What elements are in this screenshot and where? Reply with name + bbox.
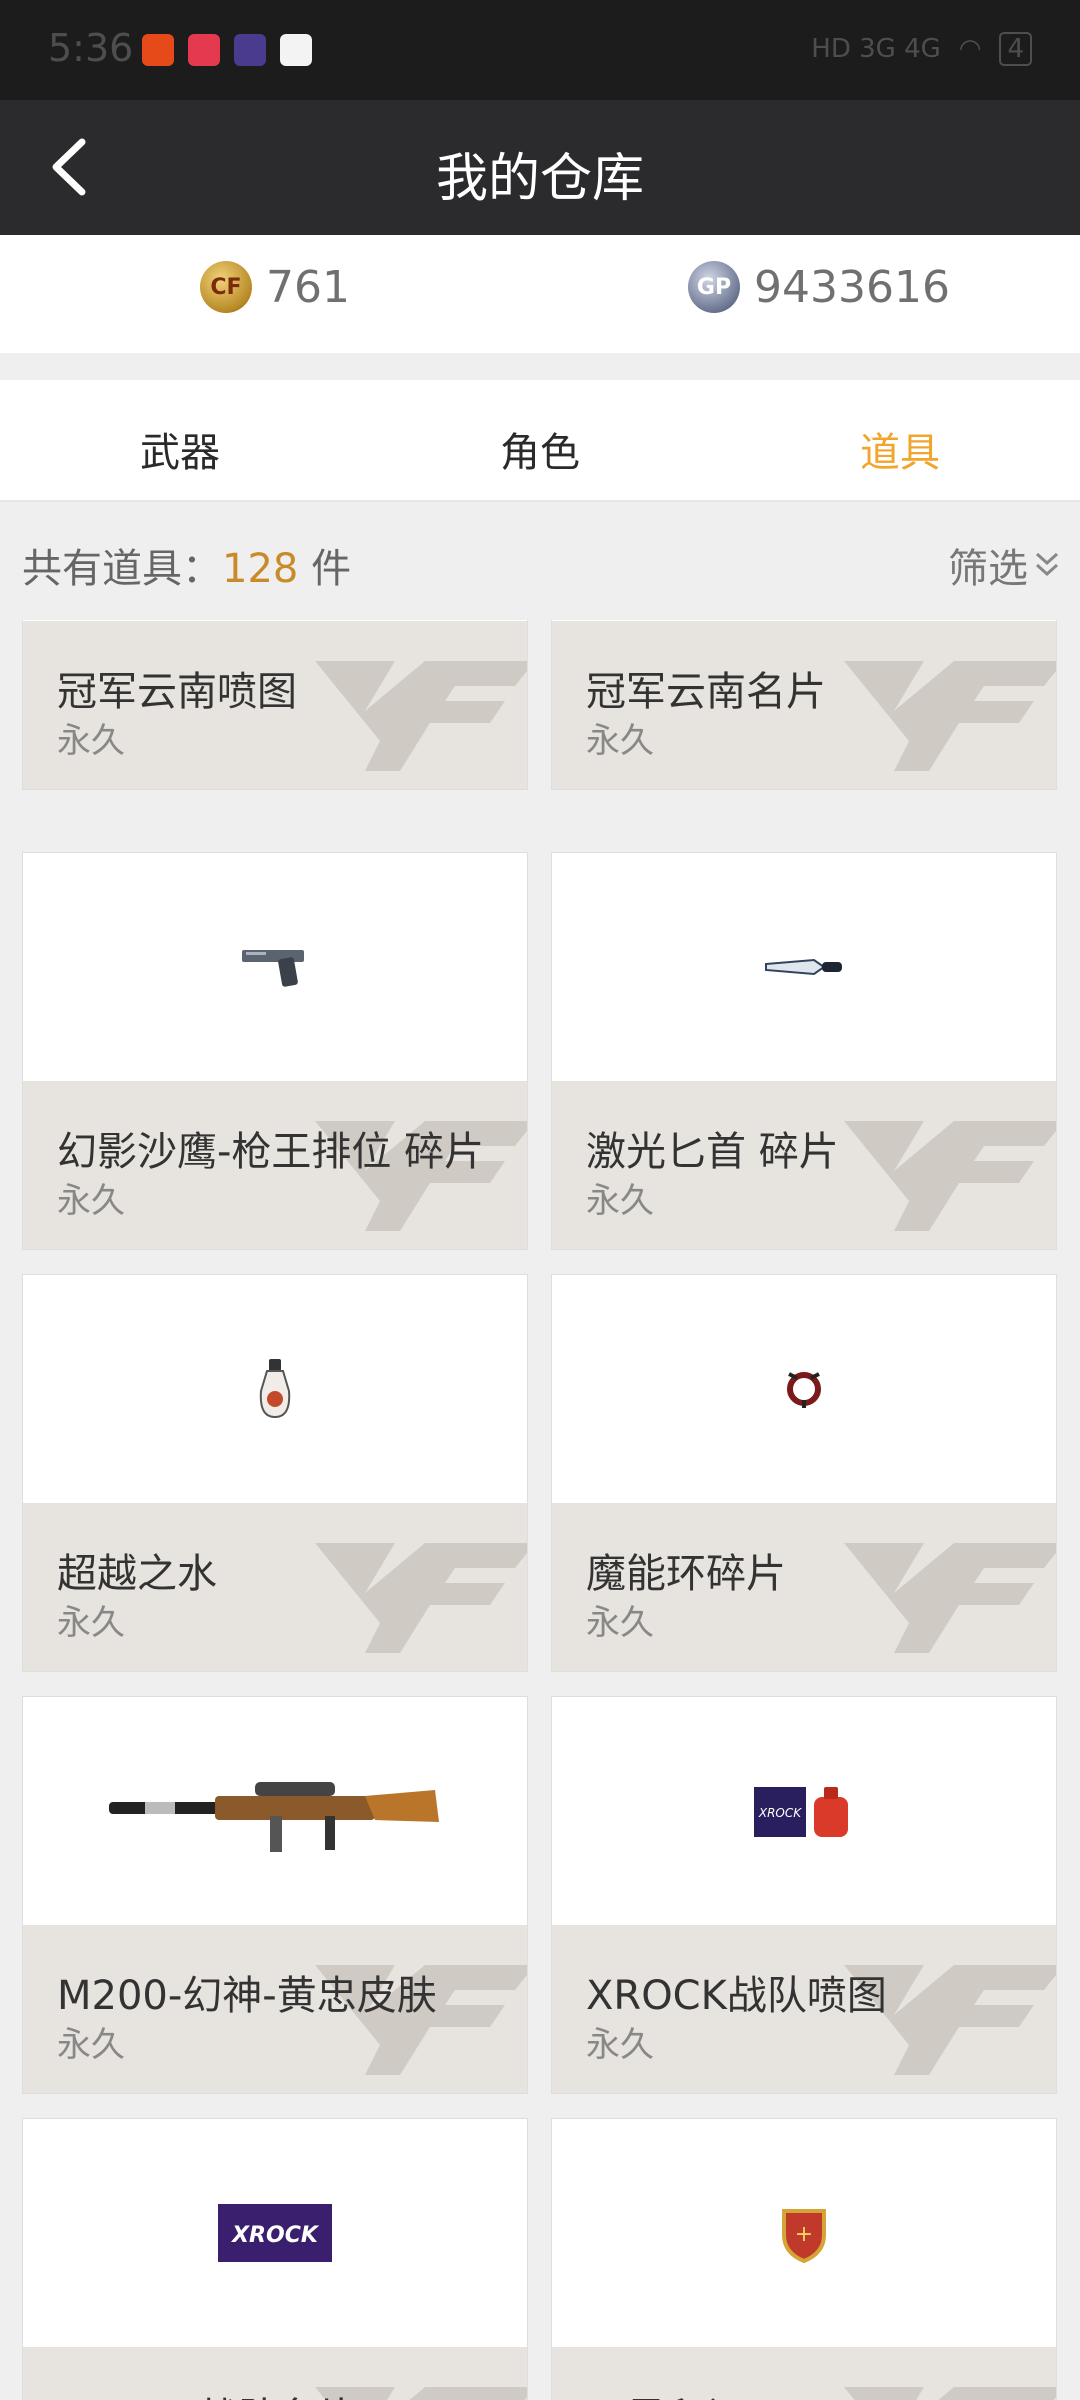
coin-balance: CF 761 <box>200 261 350 313</box>
cf-watermark-icon <box>844 1543 1056 1653</box>
item-name: XROCK战队名片 <box>57 2385 358 2400</box>
currency-bar: CF 761 GP 9433616 <box>0 235 1080 353</box>
cf-coin-icon: CF <box>200 261 252 313</box>
sniper-rifle-icon <box>109 1782 439 1852</box>
item-name: 冠军云南喷图 <box>57 669 297 715</box>
item-image <box>23 853 527 1081</box>
status-indicators: HD 3G 4G ◠ 4 <box>811 32 1032 66</box>
item-card[interactable]: + 五星印记 永久 <box>551 2118 1057 2400</box>
item-info: 冠军云南名片 永久 <box>552 621 1056 789</box>
cf-watermark-icon <box>315 661 527 771</box>
item-duration: 永久 <box>57 1181 125 1221</box>
cf-watermark-icon <box>844 2387 1056 2400</box>
cf-watermark-icon <box>844 661 1056 771</box>
status-bar: 5:36 HD 3G 4G ◠ 4 <box>0 0 1080 100</box>
cf-watermark-icon <box>844 1121 1056 1231</box>
tab-characters[interactable]: 角色 <box>440 420 640 478</box>
item-card[interactable]: 幻影沙鹰-枪王排位 碎片 永久 <box>22 852 528 1250</box>
battery-icon: 4 <box>999 32 1032 66</box>
xrock-card-icon: XROCK <box>218 2204 332 2262</box>
item-grid: 冠军云南喷图 永久 冠军云南名片 永久 幻影沙鹰-枪王排位 碎片 永久 激光匕首… <box>0 620 1080 2400</box>
svg-text:+: + <box>795 2222 813 2247</box>
item-name: 五星印记 <box>586 2385 746 2400</box>
item-info: 超越之水 永久 <box>23 1503 527 1671</box>
gp-coin-icon: GP <box>688 261 740 313</box>
xrock-spray-icon: XROCK <box>754 1787 848 1837</box>
item-name: 超越之水 <box>57 1551 217 1597</box>
item-name: M200-幻神-黄忠皮肤 <box>57 1973 437 2019</box>
title-bar: 我的仓库 <box>0 100 1080 235</box>
item-name: 幻影沙鹰-枪王排位 碎片 <box>57 1129 485 1175</box>
wifi-icon: ◠ <box>958 34 982 64</box>
item-info: 五星印记 永久 <box>552 2347 1056 2400</box>
coin-amount: 761 <box>266 261 350 313</box>
item-image <box>552 1275 1056 1503</box>
shield-emblem-icon: + <box>782 2209 826 2263</box>
svg-text:XROCK: XROCK <box>230 2223 320 2248</box>
item-duration: 永久 <box>57 1603 125 1643</box>
status-time: 5:36 <box>48 26 134 70</box>
category-tabs: 武器 角色 道具 <box>0 380 1080 502</box>
item-image <box>23 1275 527 1503</box>
item-duration: 永久 <box>586 721 654 761</box>
item-info: XROCK战队名片 永久 <box>23 2347 527 2400</box>
item-count: 共有道具：128 件 <box>22 536 351 594</box>
item-count-suffix: 件 <box>298 546 352 592</box>
page-title: 我的仓库 <box>435 149 644 209</box>
notification-icons <box>142 34 312 66</box>
item-image: XROCK <box>552 1697 1056 1925</box>
tab-weapons[interactable]: 武器 <box>80 420 280 478</box>
item-info: XROCK战队喷图 永久 <box>552 1925 1056 2093</box>
ring-fragment-icon <box>787 1372 821 1408</box>
pistol-icon <box>242 950 304 987</box>
item-duration: 永久 <box>586 1603 654 1643</box>
gp-amount: 9433616 <box>754 261 950 313</box>
item-card[interactable]: M200-幻神-黄忠皮肤 永久 <box>22 1696 528 2094</box>
item-count-prefix: 共有道具： <box>22 546 222 592</box>
item-info: 魔能环碎片 永久 <box>552 1503 1056 1671</box>
item-count-bar: 共有道具：128 件 筛选 <box>0 502 1080 620</box>
k-app-icon <box>234 34 266 66</box>
cf-app-icon <box>142 34 174 66</box>
item-info: 幻影沙鹰-枪王排位 碎片 永久 <box>23 1081 527 1249</box>
play-app-icon <box>280 34 312 66</box>
network-text: HD 3G 4G <box>811 34 941 64</box>
item-info: M200-幻神-黄忠皮肤 永久 <box>23 1925 527 2093</box>
filter-label: 筛选 <box>948 546 1028 592</box>
double-chevron-down-icon <box>1035 552 1059 577</box>
filter-button[interactable]: 筛选 <box>948 536 1060 594</box>
potion-bottle-icon <box>259 1359 291 1419</box>
tab-items[interactable]: 道具 <box>800 420 1000 478</box>
item-image <box>23 1697 527 1925</box>
knife-icon <box>765 958 842 976</box>
item-info: 冠军云南喷图 永久 <box>23 621 527 789</box>
item-duration: 永久 <box>586 1181 654 1221</box>
item-name: 冠军云南名片 <box>586 669 826 715</box>
item-duration: 永久 <box>57 2025 125 2065</box>
item-name: XROCK战队喷图 <box>586 1973 887 2019</box>
svg-text:XROCK: XROCK <box>758 1806 802 1820</box>
item-card[interactable]: 魔能环碎片 永久 <box>551 1274 1057 1672</box>
gp-balance: GP 9433616 <box>688 261 950 313</box>
item-card[interactable]: XROCK XROCK战队喷图 永久 <box>551 1696 1057 2094</box>
item-card[interactable]: 冠军云南喷图 永久 <box>22 620 528 790</box>
item-card[interactable]: XROCK XROCK战队名片 永久 <box>22 2118 528 2400</box>
item-card[interactable]: 超越之水 永久 <box>22 1274 528 1672</box>
cf-watermark-icon <box>315 1543 527 1653</box>
item-name: 激光匕首 碎片 <box>586 1129 839 1175</box>
item-name: 魔能环碎片 <box>586 1551 786 1597</box>
item-count-number: 128 <box>222 546 299 592</box>
item-image: XROCK <box>23 2119 527 2347</box>
item-duration: 永久 <box>586 2025 654 2065</box>
item-duration: 永久 <box>57 721 125 761</box>
item-card[interactable]: 冠军云南名片 永久 <box>551 620 1057 790</box>
item-image <box>552 853 1056 1081</box>
album-app-icon <box>188 34 220 66</box>
item-card[interactable]: 激光匕首 碎片 永久 <box>551 852 1057 1250</box>
item-image: + <box>552 2119 1056 2347</box>
item-info: 激光匕首 碎片 永久 <box>552 1081 1056 1249</box>
